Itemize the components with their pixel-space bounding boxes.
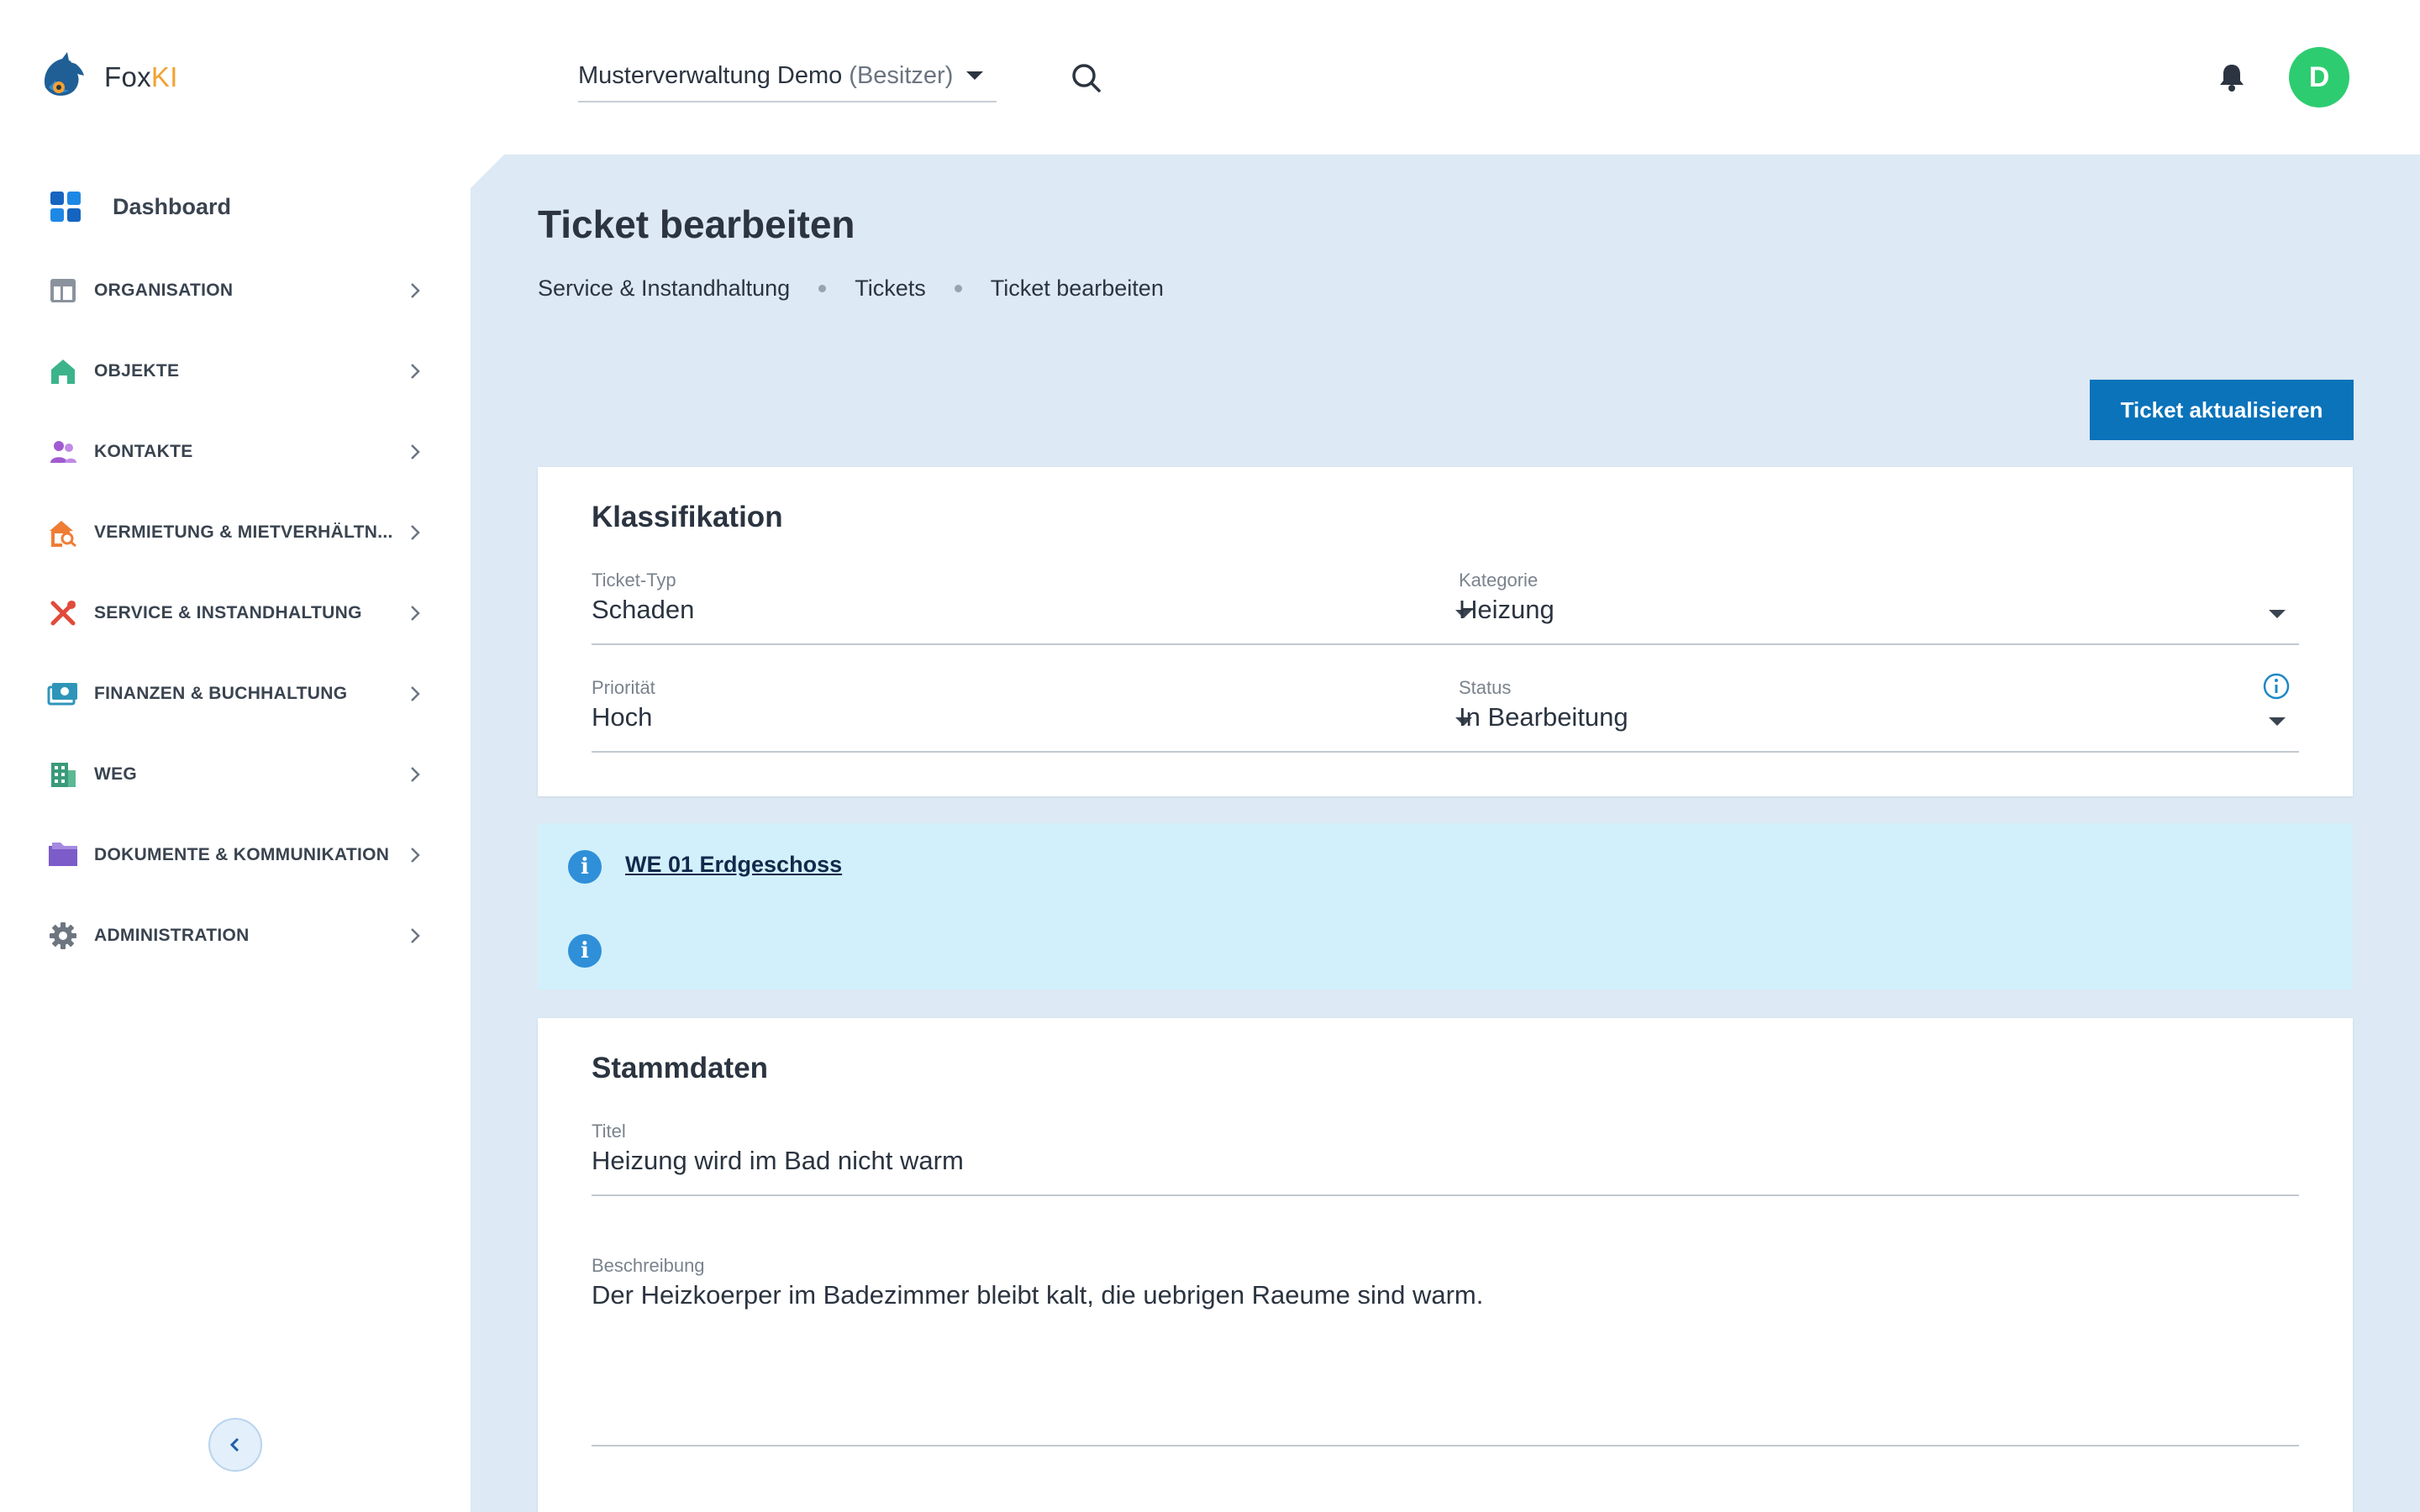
field-underline — [1459, 643, 2299, 645]
field-underline — [592, 643, 1486, 645]
sidebar-item-label: ORGANISATION — [94, 281, 234, 300]
breadcrumb-item-tickets[interactable]: Tickets — [855, 276, 926, 302]
ticket-typ-select[interactable]: Ticket-Typ Schaden — [592, 570, 1486, 645]
organization-select[interactable]: Musterverwaltung Demo (Besitzer) — [578, 50, 997, 102]
field-underline — [592, 1445, 2299, 1446]
dashboard-grid-icon — [50, 192, 81, 222]
bell-icon — [2220, 65, 2244, 92]
gear-icon — [50, 922, 76, 949]
prioritaet-select[interactable]: Priorität Hoch — [592, 677, 1486, 753]
folder-icon — [49, 843, 77, 866]
sidebar-item-label: WEG — [94, 764, 138, 784]
titel-field[interactable]: Titel Heizung wird im Bad nicht warm — [592, 1121, 2299, 1196]
breadcrumb: Service & Instandhaltung Tickets Ticket … — [538, 276, 1164, 302]
chevron-right-icon — [411, 767, 420, 782]
collapse-sidebar-button[interactable] — [208, 1418, 262, 1472]
chevron-right-icon — [411, 606, 420, 621]
sidebar-item-kontakte[interactable]: KONTAKTE — [47, 432, 425, 472]
breadcrumb-separator — [818, 285, 827, 292]
sidebar-item-organisation[interactable]: ORGANISATION — [47, 270, 425, 311]
field-value: Heizung wird im Bad nicht warm — [592, 1146, 964, 1175]
info-icon[interactable] — [2262, 672, 2291, 701]
beschreibung-field[interactable]: Beschreibung Der Heizkoerper im Badezimm… — [592, 1255, 2299, 1448]
sidebar-item-label: ADMINISTRATION — [94, 926, 250, 945]
status-select[interactable]: Status In Bearbeitung — [1459, 673, 2299, 753]
field-label: Beschreibung — [592, 1255, 705, 1276]
stammdaten-title: Stammdaten — [592, 1052, 769, 1084]
field-value: Der Heizkoerper im Badezimmer bleibt kal… — [592, 1280, 1484, 1310]
field-value: Hoch — [592, 702, 653, 732]
tools-icon — [50, 601, 76, 626]
chevron-right-icon — [411, 444, 420, 459]
user-avatar[interactable]: D — [2289, 47, 2349, 108]
search-button[interactable] — [1069, 60, 1104, 96]
field-underline — [592, 751, 1486, 753]
chevron-left-icon — [229, 1437, 239, 1452]
breadcrumb-separator — [954, 285, 962, 292]
field-label: Kategorie — [1459, 570, 1539, 591]
unit-link[interactable]: WE 01 Erdgeschoss — [625, 852, 842, 878]
organization-role: (Besitzer) — [849, 61, 954, 89]
sidebar: Dashboard ORGANISATION OBJEKTE KONTAKTE … — [0, 155, 471, 1512]
house-search-icon — [50, 521, 76, 547]
chevron-right-icon — [411, 283, 420, 298]
sidebar-item-administration[interactable]: ADMINISTRATION — [47, 916, 425, 956]
sidebar-item-finanzen[interactable]: FINANZEN & BUCHHALTUNG — [47, 674, 425, 714]
chevron-down-icon — [2269, 610, 2286, 618]
sidebar-item-dashboard[interactable]: Dashboard — [49, 186, 231, 227]
people-icon — [50, 441, 76, 463]
fox-logo-icon — [44, 52, 84, 96]
search-icon — [1072, 64, 1101, 92]
klassifikation-card: Klassifikation Ticket-Typ Schaden Katego… — [538, 467, 2353, 796]
sidebar-item-vermietung[interactable]: VERMIETUNG & MIETVERHÄLTN... — [47, 512, 425, 553]
chevron-right-icon — [411, 848, 420, 863]
app-logo[interactable]: FoxKI — [37, 50, 178, 104]
sidebar-item-label: VERMIETUNG & MIETVERHÄLTN... — [94, 522, 393, 542]
chevron-down-icon — [2269, 717, 2286, 726]
sidebar-item-weg[interactable]: WEG — [47, 754, 425, 795]
field-underline — [592, 1194, 2299, 1196]
field-underline — [1459, 751, 2299, 753]
stammdaten-card: Stammdaten Titel Heizung wird im Bad nic… — [538, 1018, 2353, 1512]
sidebar-item-label: OBJEKTE — [94, 361, 180, 381]
sidebar-item-label: Dashboard — [113, 193, 232, 219]
field-label: Ticket-Typ — [592, 570, 676, 591]
field-label: Status — [1459, 677, 1512, 698]
field-value: Heizung — [1459, 595, 1555, 624]
field-value: In Bearbeitung — [1459, 702, 1628, 732]
kategorie-select[interactable]: Kategorie Heizung — [1459, 570, 2299, 645]
sidebar-item-label: SERVICE & INSTANDHALTUNG — [94, 603, 362, 622]
field-label: Priorität — [592, 677, 655, 698]
chevron-right-icon — [411, 928, 420, 943]
update-ticket-button[interactable]: Ticket aktualisieren — [2090, 380, 2354, 440]
chevron-right-icon — [411, 686, 420, 701]
sidebar-item-service[interactable]: SERVICE & INSTANDHALTUNG — [47, 593, 425, 633]
sidebar-item-label: FINANZEN & BUCHHALTUNG — [94, 684, 348, 703]
info-icon: i — [568, 850, 602, 884]
unit-info-box: i WE 01 Erdgeschoss i — [538, 823, 2353, 990]
page-title: Ticket bearbeiten — [538, 202, 855, 246]
main-content: Ticket bearbeiten Service & Instandhaltu… — [471, 155, 2420, 1512]
klassifikation-title: Klassifikation — [592, 501, 783, 533]
sidebar-item-objekte[interactable]: OBJEKTE — [47, 351, 425, 391]
sidebar-item-dokumente[interactable]: DOKUMENTE & KOMMUNIKATION — [47, 835, 425, 875]
notifications-button[interactable] — [2215, 60, 2249, 93]
building-icon — [51, 763, 76, 787]
field-value: Schaden — [592, 595, 695, 624]
money-icon — [47, 683, 77, 706]
app-name: FoxKI — [104, 61, 178, 92]
info-icon: i — [568, 934, 602, 968]
chevron-right-icon — [411, 525, 420, 540]
chevron-down-icon — [966, 71, 983, 80]
chevron-right-icon — [411, 364, 420, 379]
layout-icon — [50, 279, 76, 302]
breadcrumb-item-current: Ticket bearbeiten — [990, 276, 1164, 301]
house-icon — [51, 360, 75, 384]
breadcrumb-item-service[interactable]: Service & Instandhaltung — [538, 276, 790, 302]
organization-name: Musterverwaltung Demo — [578, 61, 843, 89]
field-label: Titel — [592, 1121, 626, 1142]
sidebar-item-label: DOKUMENTE & KOMMUNIKATION — [94, 845, 390, 864]
sidebar-item-label: KONTAKTE — [94, 442, 193, 461]
